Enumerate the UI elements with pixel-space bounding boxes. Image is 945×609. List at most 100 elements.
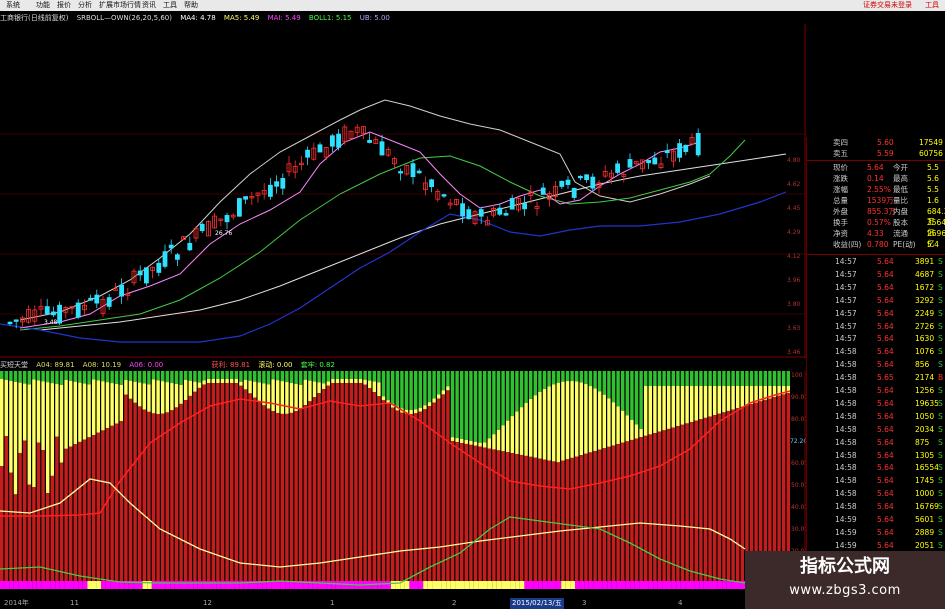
bar-segment-yellow — [165, 382, 169, 413]
menu-item-tools[interactable]: 工具 — [161, 0, 179, 11]
bar-segment-red — [575, 456, 579, 581]
bar-segment-red — [55, 436, 59, 581]
bar-segment-green — [588, 371, 593, 387]
bar-segment-yellow — [529, 398, 533, 457]
signal-strip-segment — [179, 581, 184, 589]
menu-item-function[interactable]: 功能 — [34, 0, 52, 11]
bar-segment-green — [409, 371, 413, 410]
tick-volume: 4687 — [915, 269, 935, 279]
bar-segment-green — [73, 371, 77, 382]
bar-segment-yellow — [0, 379, 4, 466]
ask-volume: 17549 — [919, 138, 943, 147]
tools-button[interactable]: 工具 — [925, 0, 939, 11]
bar-segment-red — [726, 410, 731, 581]
bar-segment-red — [671, 427, 675, 581]
candlestick-chart[interactable]: 3.48 26.76 4.80 4.62 4.45 4.29 4.12 3.96 3.80 3… — [0, 24, 806, 358]
date-label: 3 — [582, 599, 587, 607]
bar-segment-green — [55, 371, 59, 385]
bar-segment-green — [27, 371, 31, 385]
label-roll: 滚动: 0.00 — [258, 361, 293, 369]
bar-segment-red — [469, 444, 473, 581]
signal-strip-segment — [418, 581, 424, 589]
bar-segment-red — [211, 383, 215, 581]
signal-strip-segment — [611, 581, 617, 589]
menu-item-news[interactable]: 资讯 — [140, 0, 158, 11]
indicator-chart[interactable]: 10090.0080.0072.2060.0050.0040.0030.0020… — [0, 371, 806, 598]
menu-item-help[interactable]: 帮助 — [182, 0, 200, 11]
bar-segment-red — [354, 383, 358, 581]
bar-segment-yellow — [708, 386, 712, 417]
bar-segment-yellow — [611, 402, 616, 446]
bar-segment-yellow — [644, 386, 648, 436]
tick-price: 5.64 — [877, 360, 894, 370]
tick-time: 14:57 — [835, 308, 857, 318]
menu-item-system[interactable]: 系统 — [4, 0, 22, 11]
signal-strip-segment — [27, 581, 33, 589]
candle-body — [398, 171, 404, 174]
bar-segment-red — [676, 426, 680, 581]
bar-segment-green — [699, 371, 703, 386]
bar-segment-yellow — [92, 379, 96, 435]
menu-item-analysis[interactable]: 分析 — [76, 0, 94, 11]
candle-body — [584, 174, 589, 181]
bar-segment-red — [492, 449, 496, 581]
bar-segment-green — [460, 371, 464, 439]
bar-segment-green — [432, 371, 436, 399]
bar-segment-red — [115, 423, 119, 581]
bar-segment-red — [266, 408, 271, 581]
bar-segment-red — [147, 411, 151, 581]
bar-segment-yellow — [533, 395, 537, 458]
bar-segment-red — [588, 452, 593, 581]
bar-segment-yellow — [349, 379, 353, 383]
bar-segment-yellow — [690, 386, 694, 422]
menu-item-extended-market[interactable]: 扩展市场行情 — [97, 0, 143, 11]
bar-segment-green — [138, 371, 142, 383]
bar-segment-red — [193, 391, 197, 581]
bar-segment-green — [36, 371, 41, 381]
info-label: 股本 — [893, 218, 908, 227]
label-trap: 套牢: 0.82 — [300, 361, 335, 369]
tick-volume: 856 — [915, 360, 930, 370]
menu-item-quote[interactable]: 报价 — [55, 0, 73, 11]
signal-strip-segment — [156, 581, 161, 589]
login-notice[interactable]: 证券交易未登录 — [863, 0, 912, 11]
bar-segment-yellow — [119, 384, 123, 422]
bar-segment-yellow — [630, 419, 634, 440]
bar-segment-green — [276, 371, 280, 381]
tick-time: 14:58 — [835, 398, 857, 408]
bar-segment-yellow — [506, 420, 510, 453]
bar-segment-green — [234, 371, 238, 379]
tick-time: 14:58 — [835, 437, 857, 447]
bar-segment-yellow — [584, 384, 588, 454]
a04-value: A04: 89.81 — [36, 361, 75, 369]
bar-segment-green — [726, 371, 731, 386]
bar-segment-yellow — [717, 386, 721, 414]
bar-segment-red — [423, 409, 427, 581]
bar-segment-green — [216, 371, 220, 379]
info-label: 今开 — [893, 163, 908, 172]
tick-price: 5.64 — [877, 295, 894, 305]
ask-row: 卖四 5.60 17549 — [807, 138, 945, 148]
signal-strip-segment — [78, 581, 83, 589]
tick-volume: 1076 — [915, 347, 935, 357]
signal-strip-segment — [395, 581, 401, 589]
bar-segment-green — [326, 371, 330, 382]
bar-segment-red — [312, 397, 317, 581]
bar-segment-green — [607, 371, 611, 399]
candle-body — [7, 321, 13, 325]
bar-segment-green — [625, 371, 629, 416]
bar-segment-yellow — [607, 398, 611, 447]
bar-segment-green — [253, 371, 257, 382]
candle-body — [274, 181, 280, 187]
bar-segment-green — [478, 371, 482, 443]
signal-strip-segment — [326, 581, 332, 589]
price-axis: 4.80 4.62 4.45 4.29 4.12 3.96 3.80 3.63 3.46 — [787, 157, 801, 356]
bar-segment-red — [119, 421, 123, 581]
bar-segment-red — [234, 383, 238, 581]
bar-segment-green — [768, 371, 772, 386]
bar-segment-yellow — [64, 379, 68, 449]
signal-strip-segment — [519, 581, 525, 589]
indicator-name[interactable]: SRBOLL—OWN(26,20,5,60) — [77, 13, 172, 23]
bar-segment-red — [184, 400, 188, 581]
tick-volume: 875 — [915, 437, 930, 447]
